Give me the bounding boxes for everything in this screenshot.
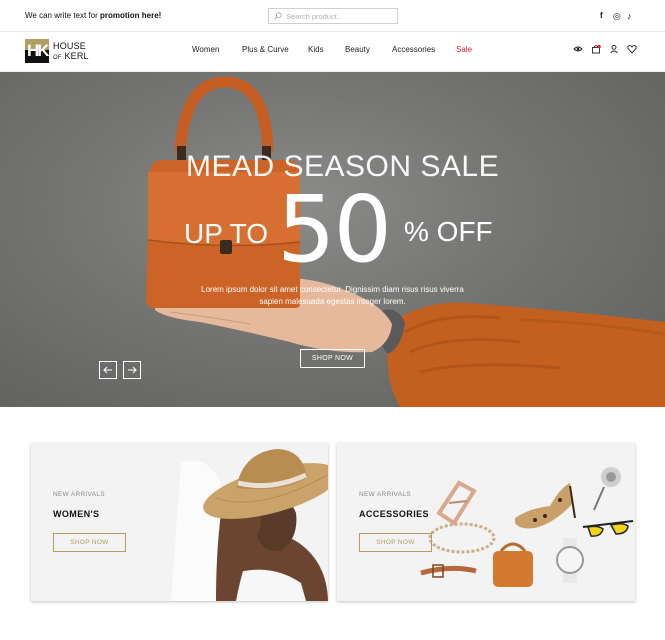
hero-subtitle: Lorem ipsum dolor sit amet consectetur. … xyxy=(201,285,464,306)
facebook-icon[interactable]: f xyxy=(600,11,603,21)
heart-icon[interactable] xyxy=(627,44,637,54)
card-title: WOMEN'S xyxy=(53,509,100,519)
card-title: ACCESSORIES xyxy=(359,509,429,519)
hero-banner: MEAD SEASON SALE UP TO 50 % OFF Lorem ip… xyxy=(0,72,665,407)
promo-bar: We can write text for promotion here! f … xyxy=(0,0,665,32)
accessories-shop-now-button[interactable]: SHOP NOW xyxy=(359,533,432,552)
search-icon xyxy=(274,12,282,20)
bag-icon[interactable] xyxy=(591,44,601,54)
nav-accessories[interactable]: Accessories xyxy=(392,45,435,54)
category-card-womens[interactable]: NEW ARRIVALS WOMEN'S SHOP NOW xyxy=(31,443,328,601)
logo-wordmark: HOUSE OF KERL xyxy=(53,41,89,61)
belt-product xyxy=(420,564,477,578)
handbag-product xyxy=(493,542,533,587)
card-kicker: NEW ARRIVALS xyxy=(359,491,411,498)
ring-product xyxy=(436,480,477,526)
nav-beauty[interactable]: Beauty xyxy=(345,45,370,54)
promo-text: We can write text for promotion here! xyxy=(25,11,162,20)
instagram-icon[interactable]: ◎ xyxy=(613,11,621,21)
nav-kids[interactable]: Kids xyxy=(308,45,324,54)
heels-product xyxy=(515,483,576,529)
user-icon[interactable] xyxy=(609,44,619,54)
watch-product xyxy=(556,538,584,583)
nav-women[interactable]: Women xyxy=(192,45,219,54)
logo[interactable]: HK HOUSE OF KERL xyxy=(25,39,105,65)
prev-slide-button[interactable] xyxy=(99,361,117,379)
nav-sale[interactable]: Sale xyxy=(456,45,472,54)
nav-plus-curve[interactable]: Plus & Curve xyxy=(242,45,289,54)
sunglasses-product xyxy=(582,520,634,537)
womens-shop-now-button[interactable]: SHOP NOW xyxy=(53,533,126,552)
hero-shop-now-button[interactable]: SHOP NOW xyxy=(300,349,365,368)
accessories-image xyxy=(420,467,634,587)
logo-mark: HK xyxy=(25,39,49,63)
tiktok-icon[interactable]: ♪ xyxy=(627,11,632,21)
eye-icon[interactable] xyxy=(573,44,583,54)
hairpin-product xyxy=(593,467,621,511)
search-input[interactable] xyxy=(286,10,394,22)
arrow-right-icon xyxy=(128,366,137,374)
hero-discount: 50 xyxy=(277,176,392,283)
arrow-left-icon xyxy=(103,366,112,374)
hero-upto: UP TO xyxy=(184,218,269,249)
main-nav: HK HOUSE OF KERL Women Plus & Curve Kids… xyxy=(0,32,665,72)
search-box[interactable] xyxy=(268,8,398,24)
card-kicker: NEW ARRIVALS xyxy=(53,491,105,498)
promo-highlight: promotion here! xyxy=(100,11,162,20)
category-card-accessories[interactable]: NEW ARRIVALS ACCESSORIES SHOP NOW xyxy=(337,443,635,601)
next-slide-button[interactable] xyxy=(123,361,141,379)
hero-off: % OFF xyxy=(404,216,493,247)
womens-image xyxy=(171,449,328,601)
